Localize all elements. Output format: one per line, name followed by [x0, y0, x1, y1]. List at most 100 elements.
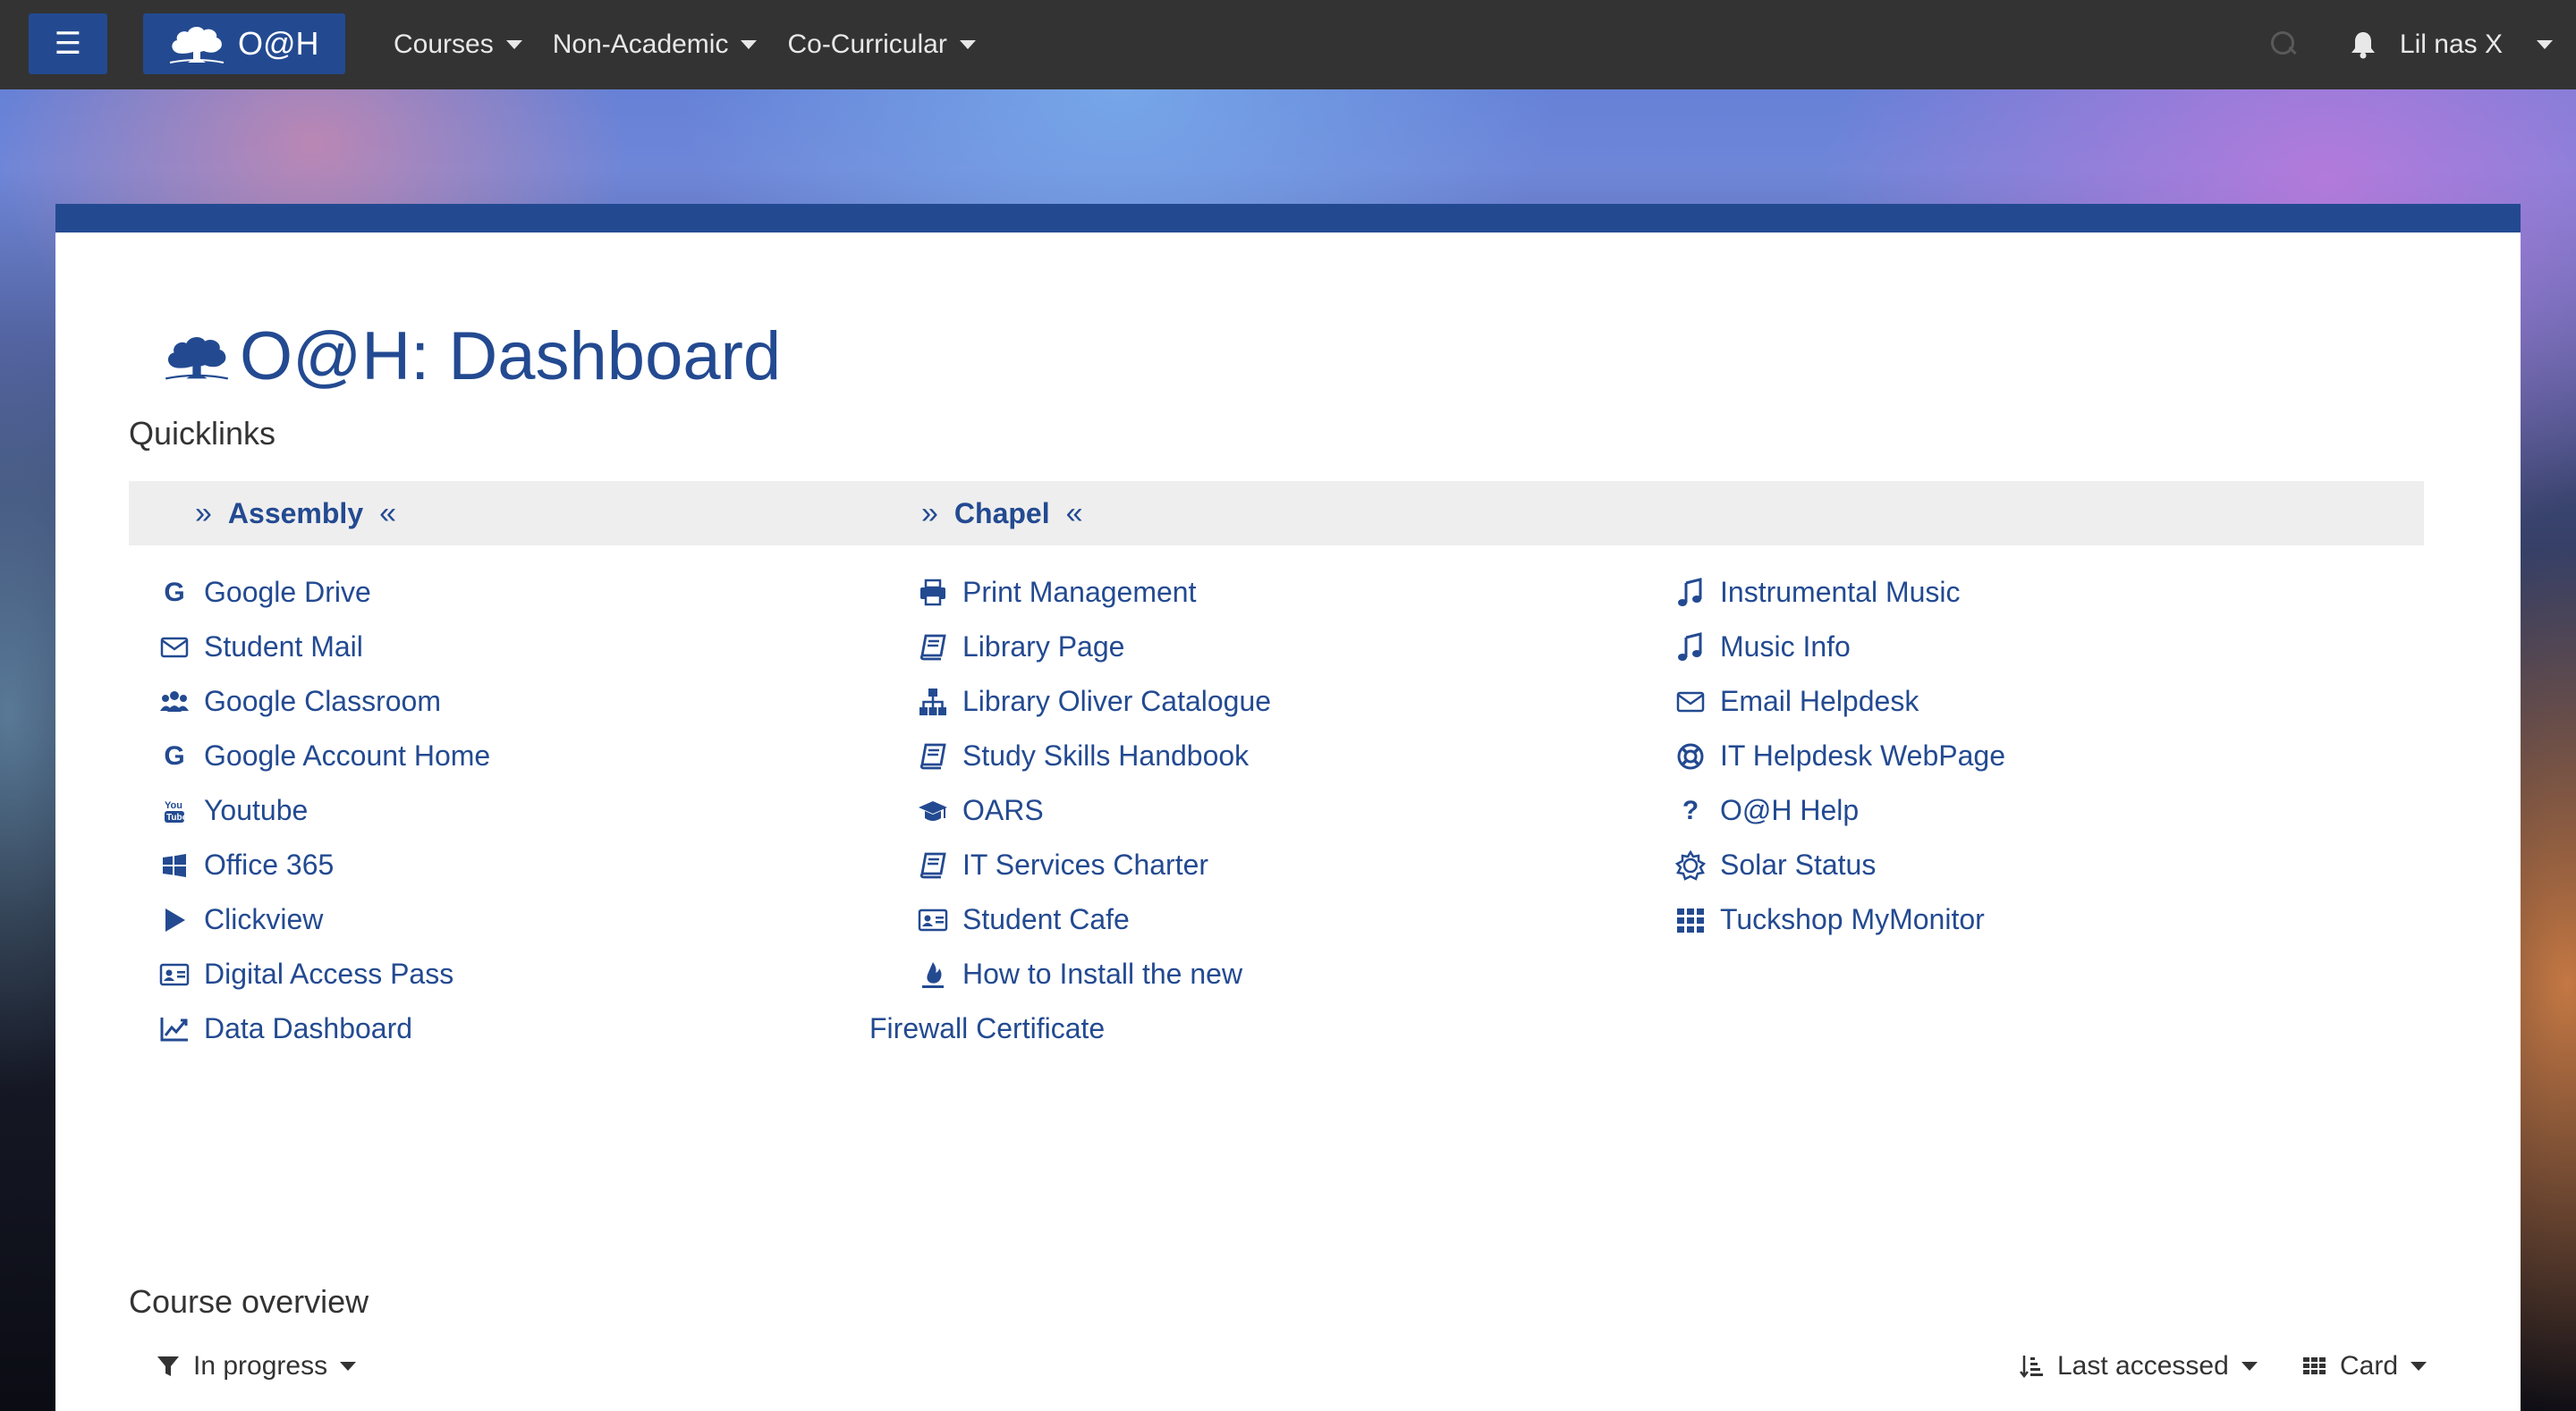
course-filter-label: In progress [193, 1351, 328, 1381]
ql-label: Study Skills Handbook [962, 739, 1250, 772]
book-icon [916, 849, 950, 883]
ql-email-helpdesk[interactable]: Email Helpdesk [1674, 674, 2005, 729]
google-icon: G [164, 740, 185, 771]
course-sort-label: Last accessed [2057, 1351, 2229, 1381]
assembly-link[interactable]: » Assembly « [195, 481, 396, 545]
printer-icon [916, 576, 950, 610]
quicklinks-column-1: G Google Drive Student Mail Google Class… [157, 565, 490, 1056]
ql-music-info[interactable]: Music Info [1674, 620, 2005, 674]
caret-down-icon [2241, 1362, 2258, 1371]
menu-non-academic[interactable]: Non-Academic [553, 30, 758, 60]
ql-youtube[interactable]: You Tube Youtube [157, 783, 490, 838]
quicklinks-column-2: Print Management Library Page Library Ol… [869, 565, 1271, 1056]
ql-label: Tuckshop MyMonitor [1720, 903, 1985, 935]
caret-down-icon [741, 40, 758, 49]
ql-student-cafe[interactable]: Student Cafe [916, 892, 1271, 947]
ql-label: Student Mail [204, 630, 363, 663]
graduation-cap-icon [916, 794, 950, 828]
mail-icon [157, 630, 191, 664]
course-view-label: Card [2340, 1351, 2399, 1381]
ql-label: Clickview [204, 903, 324, 935]
ql-student-mail[interactable]: Student Mail [157, 620, 490, 674]
ql-it-services-charter[interactable]: IT Services Charter [916, 838, 1271, 892]
ql-oah-help[interactable]: ? O@H Help [1674, 783, 2005, 838]
page-title: O@H: Dashboard [163, 317, 781, 395]
sitemap-icon [916, 685, 950, 719]
ql-firewall-certificate-continued[interactable]: Firewall Certificate [869, 1001, 1271, 1056]
google-icon: G [164, 577, 185, 607]
ql-label: Google Drive [204, 576, 371, 608]
ql-google-drive[interactable]: G Google Drive [157, 565, 490, 620]
user-menu[interactable]: Lil nas X [2400, 30, 2503, 60]
youtube-icon: You Tube [157, 794, 191, 828]
ql-solar-status[interactable]: Solar Status [1674, 838, 2005, 892]
ql-data-dashboard[interactable]: Data Dashboard [157, 1001, 490, 1056]
caret-down-icon [959, 40, 976, 49]
double-chevron-right-icon: » [921, 495, 938, 530]
play-icon [157, 903, 191, 937]
ql-google-classroom[interactable]: Google Classroom [157, 674, 490, 729]
double-chevron-left-icon: « [379, 495, 397, 530]
sort-icon [2020, 1356, 2043, 1379]
ql-label: IT Services Charter [962, 849, 1209, 881]
music-icon [1674, 630, 1707, 664]
ql-oars[interactable]: OARS [916, 783, 1271, 838]
course-sort-dropdown[interactable]: Last accessed [2020, 1341, 2258, 1391]
sun-icon [1674, 849, 1707, 883]
ql-it-helpdesk-webpage[interactable]: IT Helpdesk WebPage [1674, 729, 2005, 783]
notifications-bell-icon[interactable] [2350, 30, 2377, 59]
menu-toggle-button[interactable]: ☰ [29, 13, 107, 74]
course-filter-dropdown[interactable]: In progress [156, 1341, 357, 1391]
id-card-icon [916, 903, 950, 937]
user-caret-down-icon[interactable] [2537, 40, 2553, 49]
ql-label: Email Helpdesk [1720, 685, 1919, 717]
filter-icon [157, 1356, 179, 1376]
ql-clickview[interactable]: Clickview [157, 892, 490, 947]
svg-text:Tube: Tube [166, 813, 188, 823]
course-view-dropdown[interactable]: Card [2302, 1341, 2428, 1391]
caret-down-icon [505, 40, 522, 49]
ql-label: Student Cafe [962, 903, 1130, 935]
ql-library-page[interactable]: Library Page [916, 620, 1271, 674]
ql-google-account-home[interactable]: G Google Account Home [157, 729, 490, 783]
id-card-icon [157, 958, 191, 992]
chapel-label: Chapel [953, 496, 1050, 529]
ql-firewall-certificate[interactable]: How to Install the new [916, 947, 1271, 1001]
ql-instrumental-music[interactable]: Instrumental Music [1674, 565, 2005, 620]
quicklinks-heading: Quicklinks [129, 415, 276, 452]
ql-label: Office 365 [204, 849, 335, 881]
tree-logo-icon [169, 27, 225, 63]
ql-label: Solar Status [1720, 849, 1877, 881]
brand-button[interactable]: O@H [143, 13, 345, 74]
ql-label: Data Dashboard [204, 1012, 413, 1044]
main-menu: Courses Non-Academic Co-Curricular [394, 0, 1006, 89]
life-ring-icon [1674, 739, 1707, 773]
book-icon [916, 739, 950, 773]
chart-line-icon [157, 1012, 191, 1046]
page-title-text: O@H: Dashboard [240, 318, 782, 394]
main-content-card: O@H: Dashboard Quicklinks » Assembly « »… [55, 204, 2521, 1411]
menu-courses[interactable]: Courses [394, 30, 522, 60]
caret-down-icon [2411, 1362, 2428, 1371]
ql-label: Instrumental Music [1720, 576, 1961, 608]
ql-digital-access-pass[interactable]: Digital Access Pass [157, 947, 490, 1001]
ql-tuckshop-mymonitor[interactable]: Tuckshop MyMonitor [1674, 892, 2005, 947]
navbar-right: Lil nas X [2270, 0, 2553, 89]
ql-label: Youtube [204, 794, 309, 826]
search-icon[interactable] [2270, 31, 2298, 58]
caret-down-icon [340, 1362, 357, 1371]
question-icon: ? [1682, 795, 1699, 825]
ql-print-management[interactable]: Print Management [916, 565, 1271, 620]
ql-study-skills-handbook[interactable]: Study Skills Handbook [916, 729, 1271, 783]
ql-label: OARS [962, 794, 1044, 826]
mail-icon [1674, 685, 1707, 719]
double-chevron-right-icon: » [195, 495, 212, 530]
ql-library-oliver-catalogue[interactable]: Library Oliver Catalogue [916, 674, 1271, 729]
svg-text:You: You [165, 800, 182, 811]
ql-office-365[interactable]: Office 365 [157, 838, 490, 892]
ql-label: Google Classroom [204, 685, 441, 717]
quicklinks-column-3: Instrumental Music Music Info Email Help… [1674, 565, 2005, 947]
chapel-link[interactable]: » Chapel « [921, 481, 1083, 545]
menu-co-curricular[interactable]: Co-Curricular [787, 30, 976, 60]
ql-label: Library Page [962, 630, 1125, 663]
